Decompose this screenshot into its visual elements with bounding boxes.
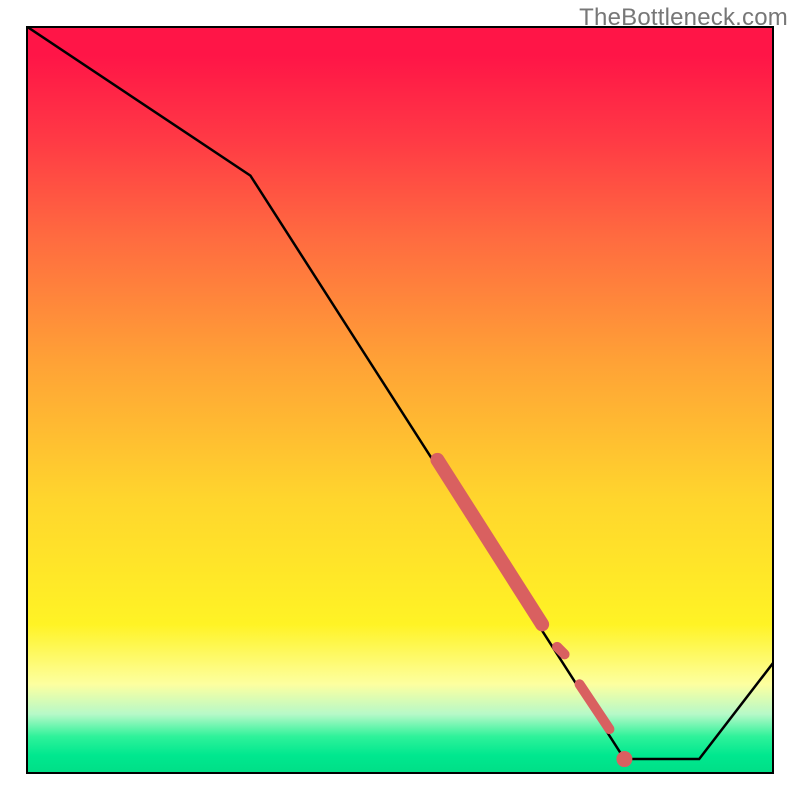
highlight-group [437,460,632,767]
main-curve-line [26,26,774,759]
chart-container: TheBottleneck.com [0,0,800,800]
highlight-point [616,751,632,767]
highlight-thick-lower [580,684,610,729]
watermark-text: TheBottleneck.com [579,4,788,32]
highlight-thick-mid [557,647,564,654]
highlight-thick-upper [437,460,542,625]
data-overlay [26,26,774,774]
